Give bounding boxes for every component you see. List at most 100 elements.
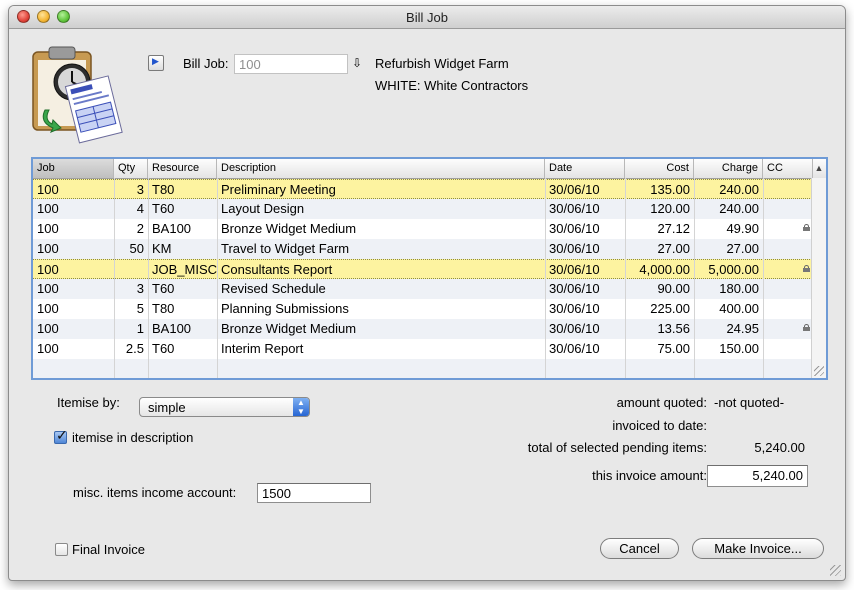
itemise-in-description-label: itemise in description xyxy=(72,430,194,445)
cancel-button[interactable]: Cancel xyxy=(600,538,679,559)
cell-cost: 13.56 xyxy=(657,321,690,336)
table-row[interactable]: 100 3 T60 Revised Schedule 30/06/10 90.00 180.… xyxy=(33,279,812,299)
cell-qty: 5 xyxy=(136,301,144,316)
cell-charge: 24.95 xyxy=(726,321,759,336)
window-title: Bill Job xyxy=(406,10,448,25)
checkmark-icon: ✓ xyxy=(56,427,68,443)
cell-charge: 27.00 xyxy=(726,241,759,256)
table-row[interactable]: 100 2 BA100 Bronze Widget Medium 30/06/10 27.… xyxy=(33,219,812,239)
cell-cc xyxy=(763,180,813,200)
column-header-cc[interactable]: CC xyxy=(763,159,813,178)
cell-qty: 3 xyxy=(136,281,144,296)
cell-date: 30/06/10 xyxy=(549,321,600,336)
misc-account-label: misc. items income account: xyxy=(73,485,237,500)
invoice-amount-field[interactable]: 5,240.00 xyxy=(707,465,808,487)
cell-resource: KM xyxy=(152,241,172,256)
cell-cost: 225.00 xyxy=(650,301,690,316)
cell-resource: T60 xyxy=(152,281,175,296)
cell-date: 30/06/10 xyxy=(549,262,600,277)
cell-date: 30/06/10 xyxy=(549,301,600,316)
table-row[interactable]: 100 2.5 T60 Interim Report 30/06/10 75.00 150.… xyxy=(33,339,812,359)
cell-charge: 150.00 xyxy=(719,341,759,356)
cell-resource: T60 xyxy=(152,201,175,216)
cell-qty: 3 xyxy=(136,182,144,197)
table-scrollbar[interactable] xyxy=(811,178,826,378)
sort-ascending-icon[interactable]: ▲ xyxy=(812,159,826,178)
cell-job: 100 xyxy=(37,201,59,216)
lock-icon xyxy=(803,224,810,232)
cell-description: Bronze Widget Medium xyxy=(221,321,357,336)
title-bar[interactable]: Bill Job xyxy=(9,6,845,29)
cell-job: 100 xyxy=(37,221,59,236)
cell-job: 100 xyxy=(37,301,59,316)
table-row[interactable] xyxy=(33,359,812,378)
cell-date: 30/06/10 xyxy=(549,241,600,256)
pending-total-value: 5,240.00 xyxy=(754,440,805,455)
cell-description: Interim Report xyxy=(221,341,304,356)
cell-job: 100 xyxy=(37,182,59,197)
cell-date: 30/06/10 xyxy=(549,201,600,216)
cell-job: 100 xyxy=(37,281,59,296)
table-row[interactable]: 100 5 T80 Planning Submissions 30/06/10 225.0… xyxy=(33,299,812,319)
bill-job-field[interactable]: 100 xyxy=(234,54,348,74)
cell-cost: 135.00 xyxy=(650,182,690,197)
disclosure-triangle-button[interactable]: ▶ xyxy=(148,55,164,71)
cell-cc xyxy=(763,239,813,259)
column-header-cost[interactable]: Cost xyxy=(625,159,694,178)
cell-cc xyxy=(763,199,813,219)
table-row[interactable]: 100 JOB_MISC Consultants Report 30/06/10 4,0… xyxy=(33,259,812,279)
itemise-by-value: simple xyxy=(148,400,186,415)
bill-job-clipboard-invoice-icon xyxy=(32,46,123,144)
client-name: WHITE: White Contractors xyxy=(375,78,529,93)
lock-icon xyxy=(803,265,810,273)
cell-cost: 27.12 xyxy=(657,221,690,236)
cell-job: 100 xyxy=(37,262,59,277)
job-name: Refurbish Widget Farm xyxy=(375,56,509,71)
cell-cc xyxy=(763,279,813,299)
cell-qty: 2 xyxy=(136,221,144,236)
column-header-qty[interactable]: Qty xyxy=(114,159,148,178)
table-header: Job Qty Resource Description Date Cost C… xyxy=(33,159,826,179)
table-row[interactable]: 100 50 KM Travel to Widget Farm 30/06/10 27.0… xyxy=(33,239,812,259)
cell-date: 30/06/10 xyxy=(549,221,600,236)
table-resize-grip[interactable] xyxy=(814,366,824,376)
cell-charge: 49.90 xyxy=(726,221,759,236)
cell-description: Consultants Report xyxy=(221,262,333,277)
cell-charge: 240.00 xyxy=(719,201,759,216)
cell-resource: BA100 xyxy=(152,221,192,236)
popup-arrows-icon: ▲ ▼ xyxy=(293,398,309,416)
cell-description: Travel to Widget Farm xyxy=(221,241,350,256)
column-header-date[interactable]: Date xyxy=(545,159,625,178)
pending-total-label: total of selected pending items: xyxy=(527,440,707,455)
misc-account-field[interactable]: 1500 xyxy=(257,483,371,503)
itemise-by-label: Itemise by: xyxy=(57,395,120,410)
window-resize-grip[interactable] xyxy=(830,565,841,576)
bill-job-label: Bill Job: xyxy=(183,56,229,71)
cell-cost: 120.00 xyxy=(650,201,690,216)
table-row[interactable]: 100 4 T60 Layout Design 30/06/10 120.00 240.00 xyxy=(33,199,812,219)
final-invoice-checkbox[interactable] xyxy=(55,543,68,556)
table-row[interactable]: 100 1 BA100 Bronze Widget Medium 30/06/10 13.… xyxy=(33,319,812,339)
cell-resource: T80 xyxy=(152,182,175,197)
column-header-resource[interactable]: Resource xyxy=(148,159,217,178)
column-header-job[interactable]: Job xyxy=(33,159,114,178)
itemise-in-description-checkbox[interactable]: ✓ xyxy=(54,427,68,444)
column-header-charge[interactable]: Charge xyxy=(694,159,763,178)
cell-charge: 240.00 xyxy=(719,182,759,197)
cell-cost: 90.00 xyxy=(657,281,690,296)
cell-resource: T60 xyxy=(152,341,175,356)
arrow-down-icon[interactable]: ⇩ xyxy=(352,56,362,70)
cell-cc xyxy=(763,339,813,359)
make-invoice-button[interactable]: Make Invoice... xyxy=(692,538,824,559)
pending-items-table[interactable]: Job Qty Resource Description Date Cost C… xyxy=(31,157,828,380)
invoice-amount-label: this invoice amount: xyxy=(592,468,707,483)
cell-charge: 5,000.00 xyxy=(708,262,759,277)
amount-quoted-label: amount quoted: xyxy=(616,395,707,410)
column-header-description[interactable]: Description xyxy=(217,159,545,178)
table-row[interactable]: 100 3 T80 Preliminary Meeting 30/06/10 135.00… xyxy=(33,179,812,199)
cell-qty: 2.5 xyxy=(125,341,144,356)
itemise-by-popup[interactable]: simple ▲ ▼ xyxy=(139,397,310,417)
cell-cost: 4,000.00 xyxy=(639,262,690,277)
cell-date: 30/06/10 xyxy=(549,281,600,296)
lock-icon xyxy=(803,324,810,332)
